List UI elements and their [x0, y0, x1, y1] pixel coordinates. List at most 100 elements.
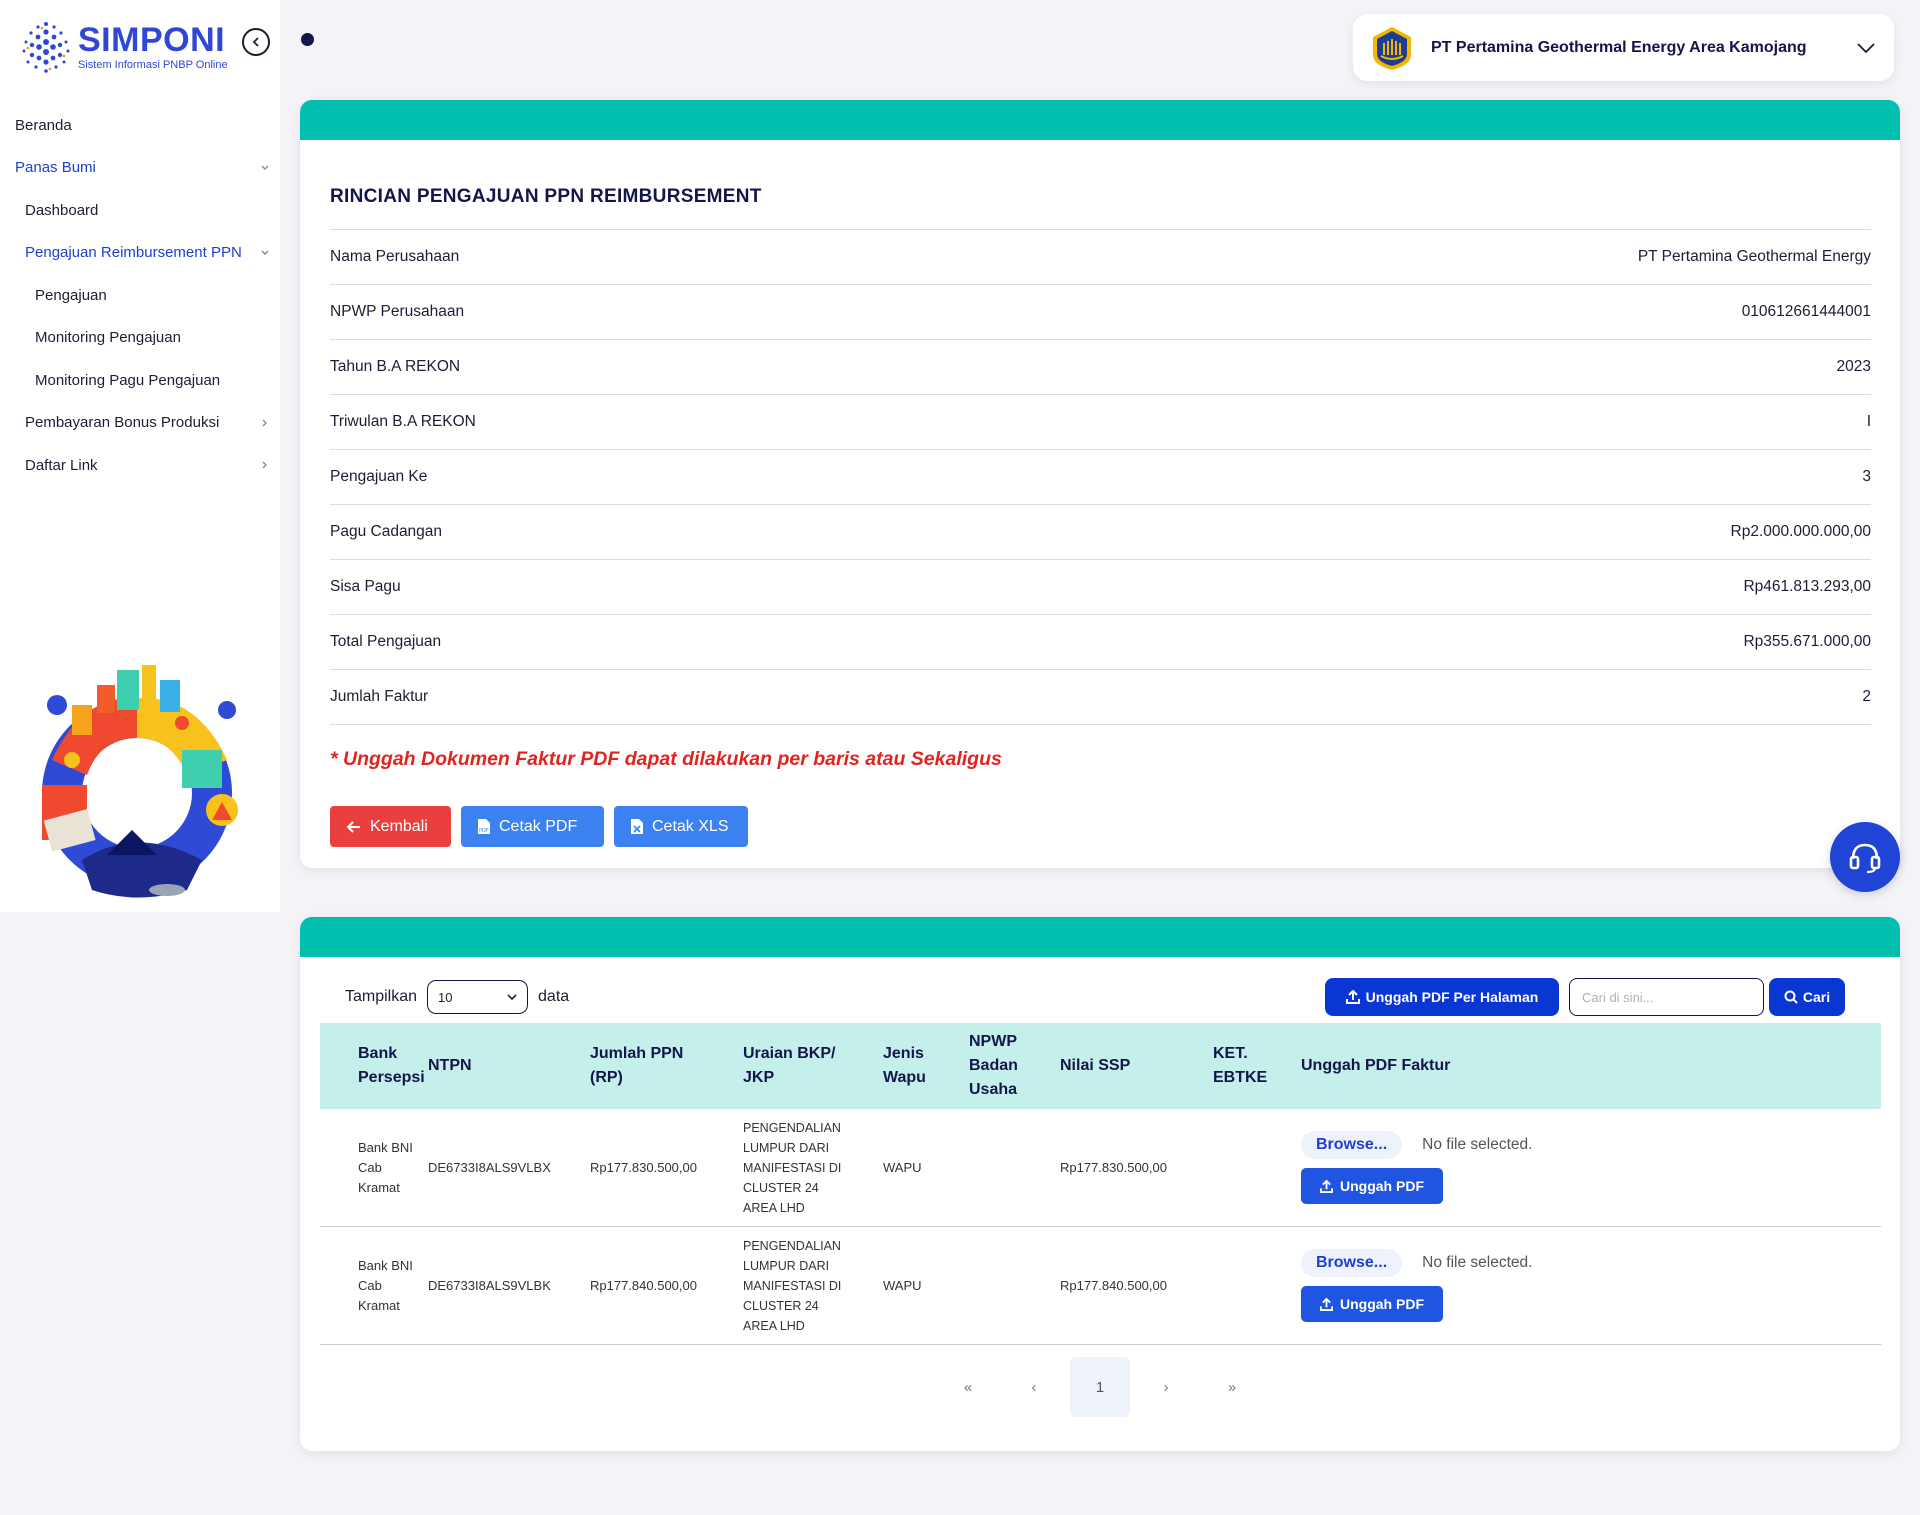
column-header-line: EBTKE [1213, 1069, 1268, 1086]
sidebar-item-pengajuan[interactable]: Pengajuan [0, 274, 280, 317]
detail-value: 3 [1862, 468, 1871, 485]
table-header: Bank Persepsi NTPN Jumlah PPN (RP) Uraian BKP… [320, 1023, 1881, 1109]
file-status: No file selected. [1422, 1254, 1533, 1271]
column-header: Nilai SSP [1060, 1054, 1213, 1078]
detail-card: RINCIAN PENGAJUAN PPN REIMBURSEMENT Nama… [300, 100, 1900, 868]
sidebar-item-monitoring-pengajuan[interactable]: Monitoring Pengajuan [0, 317, 280, 360]
ntpn-cell: DE6733I8ALS9VLBK [428, 1277, 551, 1293]
upload-pdf-button[interactable]: Unggah PDF [1301, 1168, 1443, 1204]
detail-value: Rp461.813.293,00 [1743, 578, 1871, 595]
column-header-line: NTPN [428, 1057, 472, 1074]
detail-value: Rp355.671.000,00 [1743, 633, 1871, 650]
detail-value: PT Pertamina Geothermal Energy [1637, 248, 1871, 265]
print-pdf-button[interactable]: PDF Cetak PDF [461, 806, 604, 847]
card-header-band [300, 100, 1900, 140]
column-header: NPWP Badan Usaha [969, 1030, 1060, 1102]
detail-key: Tahun B.A REKON [330, 358, 461, 375]
upload-icon [1320, 1297, 1333, 1311]
column-header-line: Bank [358, 1045, 398, 1062]
sidebar-collapse-button[interactable] [242, 28, 270, 56]
page-size-select[interactable]: 10 [427, 980, 529, 1014]
column-header: Uraian BKP/JKP [743, 1042, 883, 1090]
sidebar-item-label: Pembayaran Bonus Produksi [25, 414, 220, 432]
page-1-button[interactable]: 1 [1070, 1357, 1130, 1417]
show-label: Tampilkan [345, 988, 418, 1005]
sidebar-item-daftar-link[interactable]: Daftar Link [0, 444, 280, 487]
detail-key: Total Pengajuan [330, 633, 442, 650]
sidebar-item-dashboard[interactable]: Dashboard [0, 189, 280, 232]
app-logo[interactable]: SIMPONI Sistem Informasi PNBP Online [18, 18, 228, 76]
detail-key: Sisa Pagu [330, 578, 401, 595]
column-header-line: (RP) [590, 1069, 623, 1086]
description-cell: PENGENDALIAN LUMPUR DARI MANIFESTASI DI CLU… [743, 1236, 883, 1336]
detail-key: Pengajuan Ke [330, 468, 428, 485]
column-header-line: Nilai SSP [1060, 1057, 1131, 1074]
detail-row: Triwulan B.A REKON I [330, 395, 1871, 450]
browse-button[interactable]: Browse... [1301, 1249, 1403, 1277]
headset-icon [1849, 843, 1881, 874]
print-xls-button[interactable]: Cetak XLS [614, 806, 748, 847]
sidebar-item-pembayaran-bonus-produksi[interactable]: Pembayaran Bonus Produksi [0, 402, 280, 445]
data-label: data [538, 988, 570, 1005]
pagination: « ‹ 1 › » [300, 1357, 1900, 1417]
upload-pdf-per-page-button[interactable]: Unggah PDF Per Halaman [1325, 978, 1559, 1016]
back-button-label: Kembali [370, 817, 428, 835]
detail-key: Jumlah Faktur [330, 688, 429, 705]
sidebar-item-label: Monitoring Pagu Pengajuan [35, 371, 221, 389]
sidebar-item-monitoring-pagu-pengajuan[interactable]: Monitoring Pagu Pengajuan [0, 359, 280, 402]
sidebar: SIMPONI Sistem Informasi PNBP Online Ber… [0, 0, 280, 912]
search-button[interactable]: Cari [1769, 978, 1845, 1016]
cell-line: CLUSTER 24 [743, 1298, 819, 1313]
arrow-left-icon [346, 820, 360, 833]
action-buttons: Kembali PDF Cetak PDF Cetak XLS [330, 806, 748, 847]
column-header: Bank Persepsi [320, 1042, 428, 1090]
sidebar-item-label: Beranda [15, 116, 72, 134]
chevron-down-icon [507, 993, 517, 1000]
cell-line: PENGENDALIAN [743, 1238, 841, 1253]
upload-pdf-per-page-label: Unggah PDF Per Halaman [1365, 989, 1539, 1005]
upload-note: * Unggah Dokumen Faktur PDF dapat dilaku… [330, 748, 1002, 770]
cell-line: LUMPUR DARI [743, 1258, 830, 1273]
sidebar-item-label: Dashboard [25, 201, 99, 219]
last-page-button[interactable]: » [1199, 1357, 1265, 1417]
back-button[interactable]: Kembali [330, 806, 451, 847]
ntpn-cell: DE6733I8ALS9VLBX [428, 1159, 551, 1175]
detail-row: Sisa Pagu Rp461.813.293,00 [330, 560, 1871, 615]
file-status: No file selected. [1422, 1136, 1533, 1153]
wapu-type-cell: WAPU [883, 1277, 922, 1293]
column-header-line: Jenis [883, 1045, 924, 1062]
company-selector[interactable]: PT Pertamina Geothermal Energy Area Kamo… [1353, 14, 1894, 81]
detail-value: 2 [1862, 688, 1871, 705]
company-name: PT Pertamina Geothermal Energy Area Kamo… [1431, 38, 1807, 56]
table-body: Bank BNI Cab Kramat DE6733I8ALS9VLBX Rp177.8… [320, 1109, 1881, 1345]
sidebar-item-panas-bumi[interactable]: Panas Bumi [0, 147, 280, 190]
chevron-left-icon [252, 37, 259, 47]
help-chat-button[interactable] [1830, 822, 1900, 892]
upload-pdf-label: Unggah PDF [1340, 1178, 1424, 1194]
invoice-table-card: Tampilkan 10 data Unggah PDF Per Halaman… [300, 917, 1900, 1451]
upload-pdf-button[interactable]: Unggah PDF [1301, 1286, 1443, 1322]
table-row: Bank BNI Cab Kramat DE6733I8ALS9VLBK Rp177.8… [320, 1227, 1881, 1345]
browse-button[interactable]: Browse... [1301, 1131, 1403, 1159]
upload-cell: Browse... No file selected. Unggah PDF [1301, 1131, 1881, 1204]
status-dot [301, 33, 314, 46]
card-header-band [300, 917, 1900, 957]
cell-line: Cab [358, 1277, 382, 1293]
sidebar-item-pengajuan-reimbursement-ppn[interactable]: Pengajuan Reimbursement PPN [0, 232, 280, 275]
search-input[interactable] [1569, 978, 1764, 1016]
sidebar-item-label: Daftar Link [25, 456, 98, 474]
sidebar-menu: Beranda Panas Bumi Dashboard Pengajuan Reim… [0, 104, 280, 487]
kemenkeu-emblem-icon [1373, 26, 1411, 70]
next-page-button[interactable]: › [1133, 1357, 1199, 1417]
ssp-value-cell: Rp177.830.500,00 [1060, 1159, 1167, 1175]
prev-page-button[interactable]: ‹ [1001, 1357, 1067, 1417]
sidebar-item-beranda[interactable]: Beranda [0, 104, 280, 147]
column-header: Jenis Wapu [883, 1042, 969, 1090]
upload-icon [1320, 1179, 1333, 1193]
page-size-control: Tampilkan 10 data [345, 980, 569, 1014]
sidebar-item-label: Pengajuan Reimbursement PPN [25, 244, 242, 262]
print-xls-label: Cetak XLS [652, 817, 729, 835]
first-page-button[interactable]: « [935, 1357, 1001, 1417]
wapu-type-cell: WAPU [883, 1159, 922, 1175]
column-header-line: Uraian BKP/ [743, 1045, 836, 1062]
